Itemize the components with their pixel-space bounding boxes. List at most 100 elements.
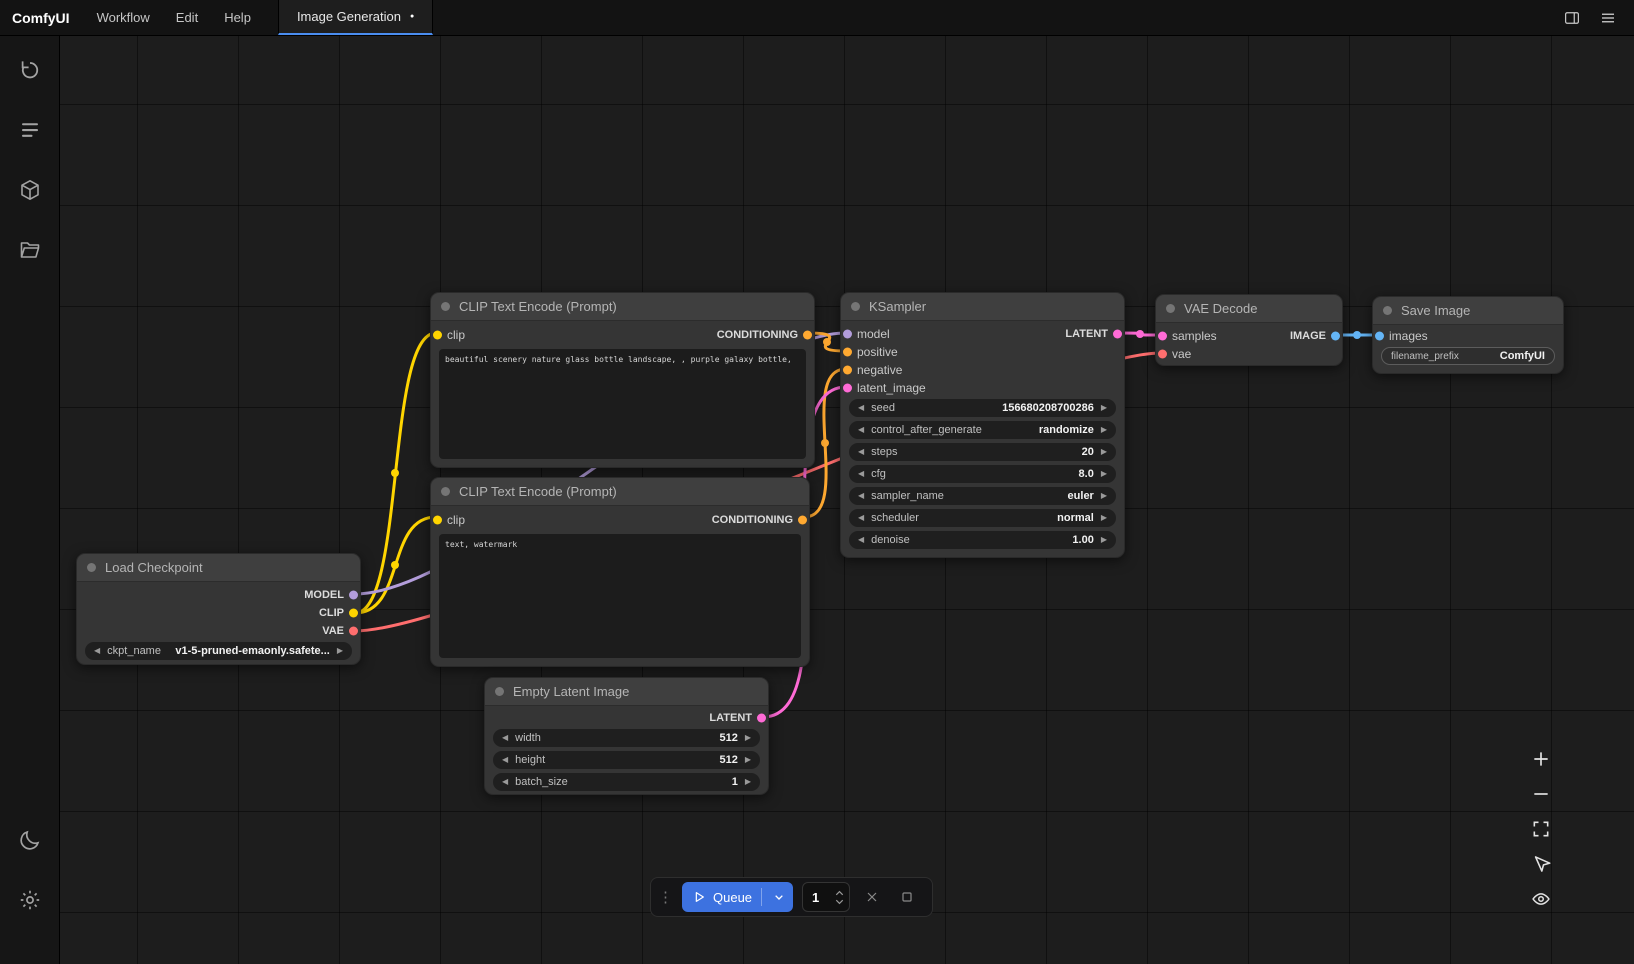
decrement-arrow-icon[interactable]: ◀: [94, 647, 100, 655]
widget-sampler-name[interactable]: ◀ sampler_name euler ▶: [849, 487, 1116, 505]
decrement-arrow-icon[interactable]: ◀: [858, 426, 864, 434]
output-port-clip[interactable]: [349, 609, 358, 618]
settings-gear-icon[interactable]: [8, 878, 52, 922]
increment-arrow-icon[interactable]: ▶: [745, 778, 751, 786]
input-port-negative[interactable]: [843, 366, 852, 375]
increment-arrow-icon[interactable]: ▶: [1101, 404, 1107, 412]
toggle-link-visibility-eye-icon[interactable]: [1530, 888, 1552, 910]
collapse-dot[interactable]: [441, 487, 450, 496]
input-port-samples[interactable]: [1158, 332, 1167, 341]
widget-width[interactable]: ◀ width 512 ▶: [493, 729, 760, 747]
fit-view-icon[interactable]: [1530, 818, 1552, 840]
stop-button[interactable]: [894, 884, 920, 910]
link-midpoint-dot[interactable]: [391, 469, 399, 477]
input-port-positive[interactable]: [843, 348, 852, 357]
input-port-model[interactable]: [843, 330, 852, 339]
increment-arrow-icon[interactable]: ▶: [1101, 514, 1107, 522]
collapse-dot[interactable]: [495, 687, 504, 696]
toggle-panel-icon[interactable]: [1558, 4, 1586, 32]
node-clip-text-encode-negative[interactable]: CLIP Text Encode (Prompt) clip CONDITION…: [430, 477, 810, 667]
node-header[interactable]: KSampler: [841, 293, 1124, 321]
input-port-clip[interactable]: [433, 516, 442, 525]
widget-filename-prefix[interactable]: filename_prefix ComfyUI: [1381, 347, 1555, 365]
chevron-down-icon[interactable]: [771, 889, 787, 905]
queue-button[interactable]: Queue: [682, 882, 793, 912]
stepper-down-icon[interactable]: [834, 898, 845, 906]
collapse-dot[interactable]: [1383, 306, 1392, 315]
widget-seed[interactable]: ◀ seed 156680208700286 ▶: [849, 399, 1116, 417]
output-port-model[interactable]: [349, 591, 358, 600]
link-midpoint-dot[interactable]: [823, 338, 831, 346]
decrement-arrow-icon[interactable]: ◀: [502, 778, 508, 786]
zoom-in-icon[interactable]: [1530, 748, 1552, 770]
decrement-arrow-icon[interactable]: ◀: [858, 448, 864, 456]
collapse-dot[interactable]: [851, 302, 860, 311]
hamburger-menu-icon[interactable]: [1594, 4, 1622, 32]
link-midpoint-dot[interactable]: [821, 439, 829, 447]
input-port-images[interactable]: [1375, 332, 1384, 341]
output-port-vae[interactable]: [349, 627, 358, 636]
node-header[interactable]: CLIP Text Encode (Prompt): [431, 478, 809, 506]
zoom-out-icon[interactable]: [1530, 783, 1552, 805]
prompt-textarea[interactable]: text, watermark: [439, 534, 801, 658]
increment-arrow-icon[interactable]: ▶: [1101, 448, 1107, 456]
node-header[interactable]: Save Image: [1373, 297, 1563, 325]
menu-edit[interactable]: Edit: [163, 0, 211, 35]
menu-workflow[interactable]: Workflow: [84, 0, 163, 35]
decrement-arrow-icon[interactable]: ◀: [858, 514, 864, 522]
link-midpoint-dot[interactable]: [391, 561, 399, 569]
node-graph-canvas[interactable]: CLIP Text Encode (Prompt) clip CONDITION…: [60, 36, 1634, 964]
node-header[interactable]: Load Checkpoint: [77, 554, 360, 582]
collapse-dot[interactable]: [87, 563, 96, 572]
tab-image-generation[interactable]: Image Generation ●: [278, 0, 433, 35]
widget-cfg[interactable]: ◀ cfg 8.0 ▶: [849, 465, 1116, 483]
node-library-cube-icon[interactable]: [8, 168, 52, 212]
collapse-dot[interactable]: [1166, 304, 1175, 313]
node-vae-decode[interactable]: VAE Decode samples IMAGE vae: [1155, 294, 1343, 366]
decrement-arrow-icon[interactable]: ◀: [502, 756, 508, 764]
node-header[interactable]: Empty Latent Image: [485, 678, 768, 706]
decrement-arrow-icon[interactable]: ◀: [858, 404, 864, 412]
increment-arrow-icon[interactable]: ▶: [1101, 536, 1107, 544]
widget-height[interactable]: ◀ height 512 ▶: [493, 751, 760, 769]
widget-steps[interactable]: ◀ steps 20 ▶: [849, 443, 1116, 461]
node-load-checkpoint[interactable]: Load Checkpoint MODEL CLIP VAE ◀ ckpt_na…: [76, 553, 361, 665]
input-port-vae[interactable]: [1158, 350, 1167, 359]
queue-list-icon[interactable]: [8, 108, 52, 152]
increment-arrow-icon[interactable]: ▶: [1101, 426, 1107, 434]
widget-batch-size[interactable]: ◀ batch_size 1 ▶: [493, 773, 760, 791]
decrement-arrow-icon[interactable]: ◀: [858, 536, 864, 544]
node-save-image[interactable]: Save Image images filename_prefix ComfyU…: [1372, 296, 1564, 374]
node-header[interactable]: VAE Decode: [1156, 295, 1342, 323]
increment-arrow-icon[interactable]: ▶: [1101, 470, 1107, 478]
decrement-arrow-icon[interactable]: ◀: [858, 492, 864, 500]
menu-help[interactable]: Help: [211, 0, 264, 35]
theme-moon-icon[interactable]: [8, 818, 52, 862]
clear-queue-button[interactable]: [859, 884, 885, 910]
history-icon[interactable]: [8, 48, 52, 92]
decrement-arrow-icon[interactable]: ◀: [858, 470, 864, 478]
prompt-textarea[interactable]: beautiful scenery nature glass bottle la…: [439, 349, 806, 459]
widget-scheduler[interactable]: ◀ scheduler normal ▶: [849, 509, 1116, 527]
node-ksampler[interactable]: KSampler model LATENT positive negative …: [840, 292, 1125, 558]
output-port-latent[interactable]: [757, 714, 766, 723]
increment-arrow-icon[interactable]: ▶: [745, 734, 751, 742]
node-clip-text-encode-positive[interactable]: CLIP Text Encode (Prompt) clip CONDITION…: [430, 292, 815, 468]
widget-control-after-generate[interactable]: ◀ control_after_generate randomize ▶: [849, 421, 1116, 439]
link-midpoint-dot[interactable]: [1136, 330, 1144, 338]
increment-arrow-icon[interactable]: ▶: [337, 647, 343, 655]
output-port-latent[interactable]: [1113, 330, 1122, 339]
increment-arrow-icon[interactable]: ▶: [745, 756, 751, 764]
batch-count-stepper[interactable]: 1: [802, 882, 850, 912]
node-header[interactable]: CLIP Text Encode (Prompt): [431, 293, 814, 321]
collapse-dot[interactable]: [441, 302, 450, 311]
workflows-folder-icon[interactable]: [8, 228, 52, 272]
select-cursor-icon[interactable]: [1530, 853, 1552, 875]
stepper-up-icon[interactable]: [834, 889, 845, 897]
increment-arrow-icon[interactable]: ▶: [1101, 492, 1107, 500]
output-port-image[interactable]: [1331, 332, 1340, 341]
output-port-conditioning[interactable]: [803, 331, 812, 340]
drag-handle[interactable]: ⋮: [658, 890, 673, 905]
widget-ckpt-name[interactable]: ◀ ckpt_name v1-5-pruned-emaonly.safete..…: [85, 642, 352, 660]
node-empty-latent-image[interactable]: Empty Latent Image LATENT ◀ width 512 ▶ …: [484, 677, 769, 795]
